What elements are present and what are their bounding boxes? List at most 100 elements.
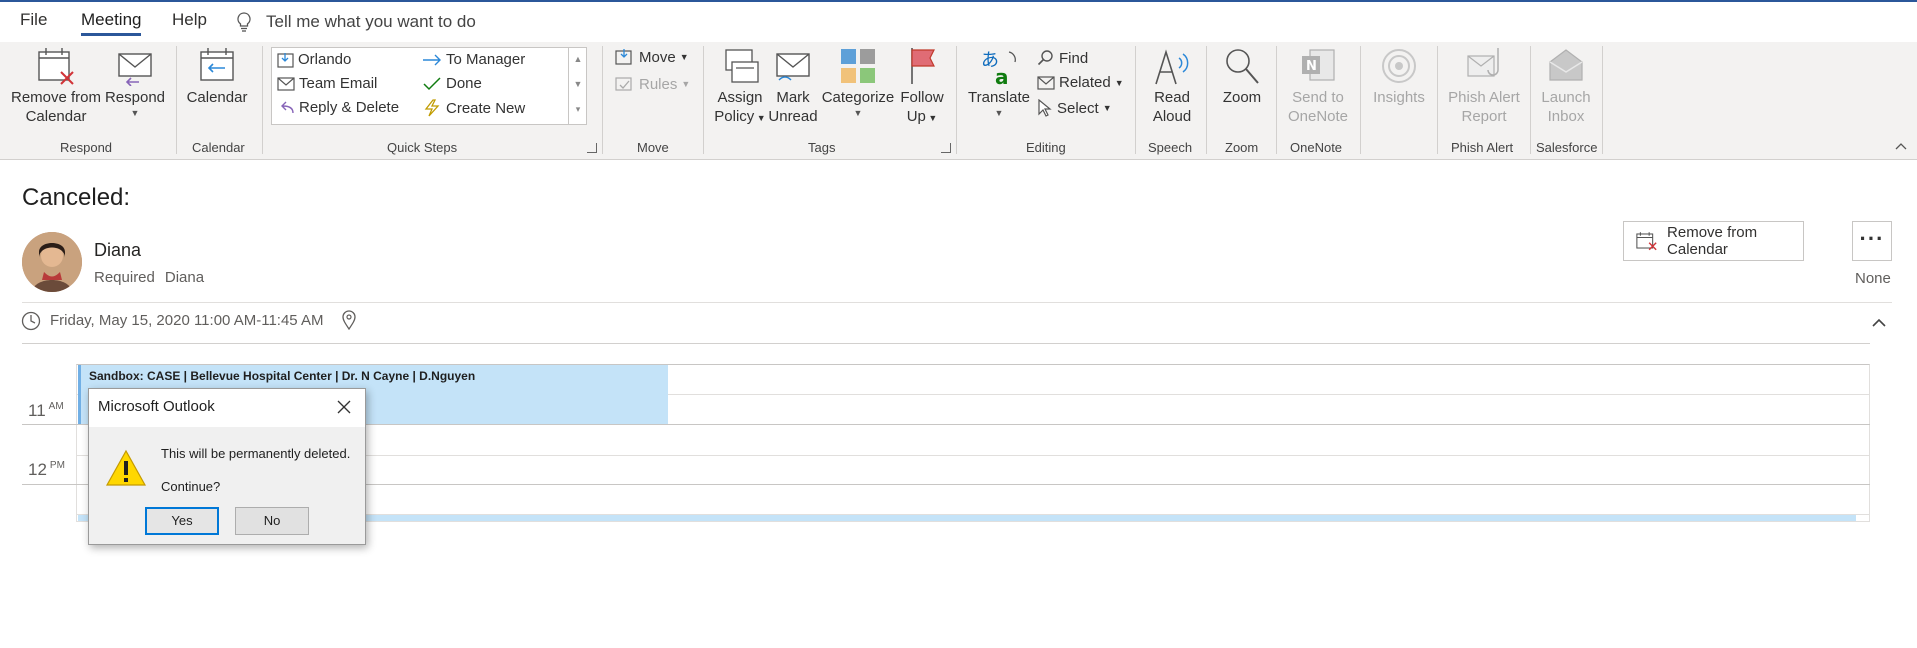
remove-from-calendar-button[interactable]: Remove from Calendar	[1623, 221, 1804, 261]
no-button[interactable]: No	[235, 507, 309, 535]
mark-unread-button[interactable]: Mark Unread	[767, 46, 819, 126]
follow-up-label-2: Up	[906, 108, 926, 125]
quick-step-done[interactable]: Done	[422, 75, 482, 92]
chevron-down-icon: ▼	[853, 108, 863, 118]
envelope-unread-icon	[776, 53, 810, 81]
group-label-onenote: OneNote	[1290, 140, 1343, 155]
group-separator	[1206, 46, 1207, 154]
categorize-button[interactable]: Categorize ▼	[820, 46, 896, 119]
collapse-ribbon-icon[interactable]	[1895, 142, 1907, 150]
mark-unread-label-2: Unread	[768, 108, 818, 125]
follow-up-button[interactable]: Follow Up ▼	[896, 46, 948, 128]
tab-meeting[interactable]: Meeting	[81, 10, 142, 36]
quick-step-label: Done	[446, 75, 482, 92]
quick-step-label: To Manager	[446, 51, 526, 68]
quick-step-orlando[interactable]: Orlando	[277, 51, 351, 68]
tab-file[interactable]: File	[20, 10, 47, 30]
yes-button[interactable]: Yes	[145, 507, 219, 535]
zoom-button[interactable]: Zoom	[1212, 46, 1272, 107]
calendar-icon	[200, 48, 234, 81]
chevron-down-icon: ▼	[1102, 103, 1112, 113]
move-button[interactable]: Move ▼	[615, 48, 689, 66]
group-label-salesforce: Salesforce	[1536, 140, 1598, 155]
group-label-editing: Editing	[1026, 140, 1066, 155]
ribbon: Remove from Calendar Respond ▼ Respond C…	[0, 42, 1917, 160]
quick-step-label: Orlando	[298, 51, 352, 68]
chevron-down-icon: ▼	[1114, 77, 1124, 88]
flag-icon	[911, 48, 935, 84]
hour-label-11: 11 AM	[28, 401, 64, 421]
quick-steps-scrollbar[interactable]: ▲ ▼ ▾	[568, 47, 587, 125]
insights-button[interactable]: Insights	[1366, 46, 1432, 107]
translate-button[interactable]: あ a Translate ▼	[964, 46, 1034, 119]
categorize-icon	[841, 49, 875, 83]
find-button[interactable]: Find	[1037, 49, 1088, 67]
read-aloud-icon	[1155, 49, 1189, 85]
rules-button[interactable]: Rules ▼	[615, 75, 690, 93]
tell-me-search[interactable]: Tell me what you want to do	[266, 12, 476, 32]
mark-unread-label-1: Mark	[776, 89, 810, 106]
tags-dialog-launcher-icon[interactable]	[941, 143, 951, 153]
group-separator	[262, 46, 263, 154]
quick-step-create-new[interactable]: Create New	[422, 99, 525, 117]
send-to-onenote-label-2: OneNote	[1287, 108, 1349, 125]
page-title: Canceled:	[22, 184, 131, 211]
dialog-title: Microsoft Outlook	[98, 398, 215, 415]
phish-alert-report-button[interactable]: Phish Alert Report	[1444, 46, 1524, 126]
chevron-down-icon: ▼	[130, 108, 140, 118]
magnifier-icon	[1226, 49, 1259, 84]
header-divider	[22, 302, 1892, 303]
read-aloud-button[interactable]: Read Aloud	[1142, 46, 1202, 126]
respond-button[interactable]: Respond ▼	[104, 46, 166, 119]
insights-label: Insights	[1373, 89, 1425, 106]
read-aloud-label-2: Aloud	[1152, 108, 1192, 125]
group-separator	[1276, 46, 1277, 154]
quick-step-team-email[interactable]: Team Email	[277, 75, 377, 92]
read-aloud-label-1: Read	[1154, 89, 1190, 106]
group-separator	[1135, 46, 1136, 154]
launch-inbox-label-2: Inbox	[1547, 108, 1585, 125]
onenote-icon: N	[1302, 49, 1335, 81]
remove-from-calendar-ribbon-button[interactable]: Remove from Calendar	[8, 46, 104, 126]
calendar-top-line	[22, 343, 1870, 344]
group-label-move: Move	[637, 140, 669, 155]
launch-inbox-button[interactable]: Launch Inbox	[1536, 46, 1596, 126]
move-icon	[615, 49, 632, 65]
translate-icon: あ a	[981, 50, 1016, 86]
hour-number: 12	[28, 460, 47, 479]
lightbulb-icon[interactable]	[236, 12, 252, 32]
group-label-quick-steps: Quick Steps	[387, 140, 458, 155]
hour-ampm: AM	[48, 401, 64, 413]
ribbon-tab-bar: File Meeting Help Tell me what you want …	[0, 2, 1917, 42]
send-to-onenote-button[interactable]: N Send to OneNote	[1282, 46, 1354, 126]
tab-help[interactable]: Help	[172, 10, 207, 30]
move-folder-icon	[277, 52, 294, 68]
related-button[interactable]: Related ▼	[1037, 74, 1124, 91]
select-button[interactable]: Select ▼	[1037, 99, 1112, 117]
insights-icon	[1382, 49, 1416, 83]
respond-label: Respond	[104, 89, 166, 106]
gallery-expand-icon[interactable]: ▾	[569, 97, 587, 122]
more-options-button[interactable]: ···	[1852, 221, 1892, 261]
phish-hook-icon	[1467, 48, 1499, 77]
scroll-down-icon[interactable]: ▼	[569, 72, 587, 97]
chevron-down-icon: ▼	[994, 108, 1004, 118]
svg-text:a: a	[995, 65, 1009, 86]
quick-steps-dialog-launcher-icon[interactable]	[587, 143, 597, 153]
group-separator	[956, 46, 957, 154]
group-label-calendar: Calendar	[192, 140, 245, 155]
quick-step-to-manager[interactable]: To Manager	[422, 51, 525, 68]
close-icon[interactable]	[334, 397, 354, 417]
scroll-up-icon[interactable]: ▲	[569, 47, 587, 72]
attendee-name[interactable]: Diana	[165, 269, 204, 286]
launch-inbox-label-1: Launch	[1541, 89, 1591, 106]
sender-name[interactable]: Diana	[94, 240, 141, 261]
group-separator	[1530, 46, 1531, 154]
follow-up-label-1: Follow	[900, 89, 944, 106]
quick-step-reply-delete[interactable]: Reply & Delete	[277, 99, 399, 116]
envelope-icon	[1037, 75, 1055, 90]
chevron-up-icon[interactable]	[1872, 318, 1886, 327]
meeting-datetime: Friday, May 15, 2020 11:00 AM-11:45 AM	[50, 312, 324, 329]
assign-policy-button[interactable]: Assign Policy ▼	[712, 46, 768, 128]
calendar-button[interactable]: Calendar	[184, 46, 250, 107]
